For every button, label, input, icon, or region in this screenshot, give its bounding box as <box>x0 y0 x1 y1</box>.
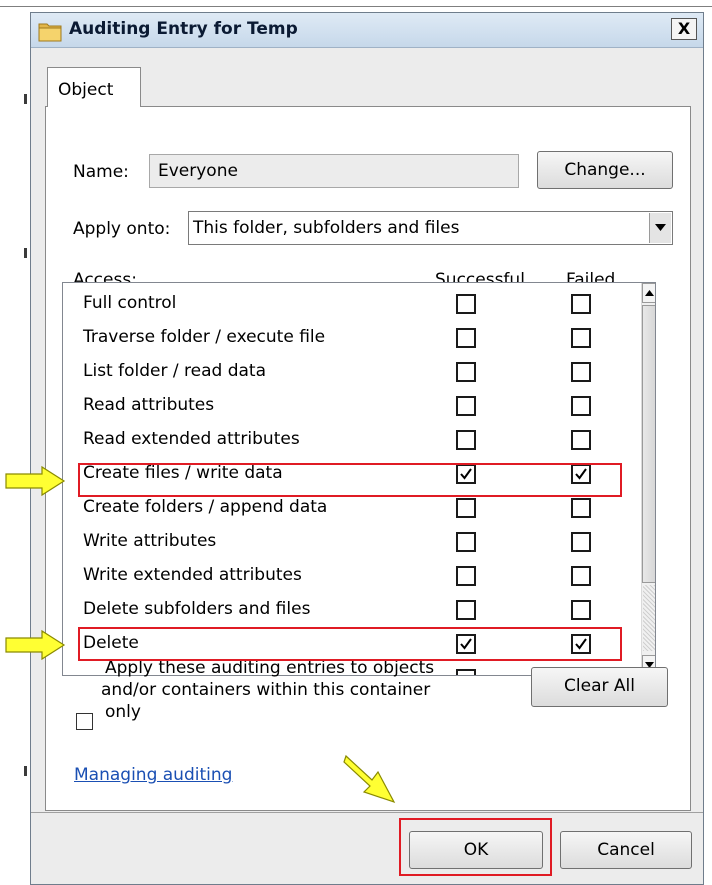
background-window-mark <box>24 248 27 258</box>
background-window-edge <box>0 6 712 7</box>
access-row[interactable]: Read extended attributes <box>63 423 633 457</box>
arrow-down-right-icon <box>343 754 396 804</box>
failed-checkbox[interactable] <box>571 294 591 314</box>
access-row-label: Full control <box>83 293 177 313</box>
access-list[interactable]: Full control Traverse folder / execute fi… <box>62 282 656 676</box>
successful-checkbox[interactable] <box>456 634 476 654</box>
successful-checkbox[interactable] <box>456 328 476 348</box>
tab-object[interactable]: Object <box>47 67 141 107</box>
checkmark-icon <box>575 638 587 650</box>
chevron-down-icon <box>655 224 666 231</box>
access-row-label: Traverse folder / execute file <box>83 327 326 347</box>
clear-all-button[interactable]: Clear All <box>531 667 668 707</box>
access-row[interactable]: List folder / read data <box>63 355 633 389</box>
access-row[interactable]: Write attributes <box>63 525 633 559</box>
access-row-label: Delete subfolders and files <box>83 599 311 619</box>
name-label: Name: <box>73 162 129 182</box>
footer-divider <box>31 812 703 813</box>
ok-button[interactable]: OK <box>409 831 543 869</box>
apply-container-checkbox[interactable] <box>76 713 93 730</box>
checkmark-icon <box>460 468 472 480</box>
failed-checkbox[interactable] <box>571 464 591 484</box>
name-field: Everyone <box>149 154 519 188</box>
access-row[interactable]: Create files / write data <box>63 457 633 491</box>
window-title: Auditing Entry for Temp <box>69 19 298 39</box>
access-row[interactable]: Read attributes <box>63 389 633 423</box>
successful-checkbox[interactable] <box>456 294 476 314</box>
apply-container-line: only <box>105 702 141 722</box>
successful-checkbox[interactable] <box>456 362 476 382</box>
arrow-right-icon <box>5 629 66 661</box>
access-row-label: Write extended attributes <box>83 565 302 585</box>
successful-checkbox[interactable] <box>456 430 476 450</box>
access-row-label: Delete <box>83 633 139 653</box>
successful-checkbox[interactable] <box>456 532 476 552</box>
apply-container-line: Apply these auditing entries to objects <box>105 658 435 678</box>
access-row[interactable]: Full control <box>63 287 633 321</box>
background-window-mark <box>24 766 27 776</box>
cancel-button[interactable]: Cancel <box>560 831 692 869</box>
failed-checkbox[interactable] <box>571 634 591 654</box>
failed-checkbox[interactable] <box>571 498 591 518</box>
access-row[interactable]: Delete <box>63 627 633 661</box>
apply-container-text: Apply these auditing entries to objects … <box>101 657 435 723</box>
successful-checkbox[interactable] <box>456 464 476 484</box>
arrow-right-icon <box>5 465 66 497</box>
apply-onto-label: Apply onto: <box>73 219 171 239</box>
background-window-mark <box>24 94 27 104</box>
failed-checkbox[interactable] <box>571 430 591 450</box>
apply-onto-dropdown[interactable]: This folder, subfolders and files <box>188 211 673 245</box>
access-row-label: Write attributes <box>83 531 217 551</box>
managing-auditing-link[interactable]: Managing auditing <box>74 765 232 785</box>
successful-checkbox[interactable] <box>456 498 476 518</box>
scroll-up-button[interactable] <box>642 283 655 303</box>
failed-checkbox[interactable] <box>571 532 591 552</box>
access-row-label: List folder / read data <box>83 361 266 381</box>
dropdown-arrow[interactable] <box>649 213 671 243</box>
partial-checkbox[interactable] <box>456 669 476 675</box>
successful-checkbox[interactable] <box>456 600 476 620</box>
access-row[interactable]: Write extended attributes <box>63 559 633 593</box>
scroll-track[interactable] <box>643 585 655 651</box>
scroll-thumb[interactable] <box>642 305 655 583</box>
failed-checkbox[interactable] <box>571 396 591 416</box>
vertical-scrollbar[interactable] <box>641 283 655 675</box>
successful-checkbox[interactable] <box>456 566 476 586</box>
change-button[interactable]: Change... <box>537 151 673 189</box>
access-row-label: Read attributes <box>83 395 215 415</box>
failed-checkbox[interactable] <box>571 600 591 620</box>
access-row[interactable]: Delete subfolders and files <box>63 593 633 627</box>
apply-container-line: and/or containers within this container <box>101 680 431 700</box>
access-row[interactable]: Traverse folder / execute file <box>63 321 633 355</box>
chevron-up-icon <box>645 290 654 296</box>
checkmark-icon <box>575 468 587 480</box>
folder-icon <box>38 23 62 42</box>
failed-checkbox[interactable] <box>571 362 591 382</box>
access-row-label: Create folders / append data <box>83 497 328 517</box>
access-row-label: Read extended attributes <box>83 429 300 449</box>
successful-checkbox[interactable] <box>456 396 476 416</box>
title-bar[interactable]: Auditing Entry for Temp X <box>31 13 703 48</box>
apply-onto-value: This folder, subfolders and files <box>193 218 460 238</box>
access-row-label: Create files / write data <box>83 463 283 483</box>
failed-checkbox[interactable] <box>571 328 591 348</box>
failed-checkbox[interactable] <box>571 566 591 586</box>
access-row[interactable]: Create folders / append data <box>63 491 633 525</box>
checkmark-icon <box>460 638 472 650</box>
close-button[interactable]: X <box>671 18 697 40</box>
